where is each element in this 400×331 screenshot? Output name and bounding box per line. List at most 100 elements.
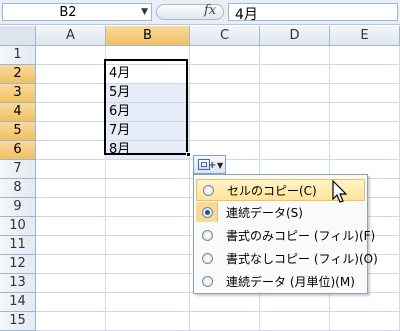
grid-cell[interactable] <box>190 312 260 331</box>
row-header-9[interactable]: 9 <box>0 198 36 217</box>
grid-cell[interactable] <box>36 84 106 103</box>
grid-cell[interactable] <box>106 217 190 236</box>
grid-cell[interactable] <box>36 46 106 65</box>
name-box-value: B2 <box>59 5 77 20</box>
grid-cell[interactable] <box>330 122 400 141</box>
grid-cell[interactable] <box>330 65 400 84</box>
grid-cell[interactable] <box>330 46 400 65</box>
row-header-8[interactable]: 8 <box>0 179 36 198</box>
row-header-6[interactable]: 6 <box>0 141 36 160</box>
radio-selected-icon <box>202 207 213 218</box>
grid-cell[interactable] <box>190 103 260 122</box>
row-header-7[interactable]: 7 <box>0 160 36 179</box>
grid-cell[interactable] <box>36 274 106 293</box>
radio-icon <box>203 185 214 196</box>
column-header-d[interactable]: D <box>260 26 330 46</box>
menu-item-label: セルのコピー(C) <box>227 184 317 198</box>
grid-cell[interactable] <box>190 65 260 84</box>
grid-cell[interactable] <box>36 198 106 217</box>
grid-cell[interactable] <box>260 141 330 160</box>
column-header-a[interactable]: A <box>36 26 106 46</box>
menu-item-label: 書式のみコピー (フィル)(F) <box>226 229 376 243</box>
grid-cell[interactable] <box>36 255 106 274</box>
grid-cell[interactable] <box>36 122 106 141</box>
row-header-10[interactable]: 10 <box>0 217 36 236</box>
row-header-15[interactable]: 15 <box>0 312 36 331</box>
cell-b5[interactable]: 7月 <box>106 122 190 141</box>
row-header-2[interactable]: 2 <box>0 65 36 84</box>
menu-item-label: 連続データ(S) <box>226 206 303 220</box>
grid-cell[interactable] <box>260 46 330 65</box>
grid-cell[interactable] <box>260 293 330 312</box>
chevron-down-icon: ▼ <box>217 161 224 170</box>
formula-bar: B2 ▼ fx 4月 <box>0 0 400 25</box>
grid-cell[interactable] <box>260 122 330 141</box>
row-header-13[interactable]: 13 <box>0 274 36 293</box>
cell-b4[interactable]: 6月 <box>106 103 190 122</box>
grid-cell[interactable] <box>36 65 106 84</box>
grid-cell[interactable] <box>36 312 106 331</box>
grid-cell[interactable] <box>106 274 190 293</box>
grid-cell[interactable] <box>106 312 190 331</box>
grid-cell[interactable] <box>36 103 106 122</box>
formula-input[interactable]: 4月 <box>228 3 398 23</box>
radio-icon <box>202 230 213 241</box>
grid-cell[interactable] <box>190 293 260 312</box>
grid-cell[interactable] <box>106 236 190 255</box>
row-header-5[interactable]: 5 <box>0 122 36 141</box>
chevron-down-icon[interactable]: ▼ <box>141 7 148 17</box>
row-header-3[interactable]: 3 <box>0 84 36 103</box>
cell-b3[interactable]: 5月 <box>106 84 190 103</box>
grid-cell[interactable] <box>36 141 106 160</box>
grid-cell[interactable] <box>330 103 400 122</box>
grid-cell[interactable] <box>36 236 106 255</box>
name-box[interactable]: B2 ▼ <box>2 3 152 21</box>
grid-cell[interactable] <box>190 84 260 103</box>
row-header-4[interactable]: 4 <box>0 103 36 122</box>
grid-cell[interactable] <box>190 122 260 141</box>
grid-cell[interactable] <box>330 84 400 103</box>
grid-cell[interactable] <box>106 179 190 198</box>
grid-cell[interactable] <box>330 312 400 331</box>
grid-cell[interactable] <box>106 46 190 65</box>
grid-cell[interactable] <box>106 255 190 274</box>
grid-cell[interactable] <box>330 293 400 312</box>
grid-cell[interactable] <box>260 103 330 122</box>
grid-cell[interactable] <box>260 65 330 84</box>
grid-cell[interactable] <box>260 84 330 103</box>
grid-cell[interactable] <box>106 293 190 312</box>
row-header-12[interactable]: 12 <box>0 255 36 274</box>
mouse-cursor-icon <box>332 180 348 203</box>
row-header-11[interactable]: 11 <box>0 236 36 255</box>
menu-item-fill-months[interactable]: 連続データ (月単位)(M) <box>196 271 365 293</box>
menu-item-fill-without-formatting[interactable]: 書式なしコピー (フィル)(O) <box>196 248 378 270</box>
formula-value: 4月 <box>235 7 258 23</box>
grid-cell[interactable] <box>190 46 260 65</box>
insert-function-button[interactable]: fx <box>204 3 216 18</box>
radio-icon <box>202 253 213 264</box>
cell-b2[interactable]: 4月 <box>106 65 190 84</box>
row-header-1[interactable]: 1 <box>0 46 36 65</box>
function-buttons: fx <box>154 3 226 21</box>
grid-cell[interactable] <box>330 141 400 160</box>
select-all-corner[interactable] <box>0 26 36 46</box>
column-header-b[interactable]: B <box>106 26 190 46</box>
grid-cell[interactable] <box>260 312 330 331</box>
fill-handle[interactable] <box>186 152 191 157</box>
column-header-e[interactable]: E <box>330 26 400 46</box>
grid-cell[interactable] <box>36 160 106 179</box>
cell-b6[interactable]: 8月 <box>106 141 190 160</box>
menu-item-label: 書式なしコピー (フィル)(O) <box>226 252 378 266</box>
grid-cell[interactable] <box>36 293 106 312</box>
grid-cell[interactable] <box>106 160 190 179</box>
menu-item-label: 連続データ (月単位)(M) <box>226 275 355 289</box>
grid-cell[interactable] <box>36 179 106 198</box>
grid-cell[interactable] <box>106 198 190 217</box>
radio-icon <box>202 276 213 287</box>
row-header-14[interactable]: 14 <box>0 293 36 312</box>
column-header-c[interactable]: C <box>190 26 260 46</box>
auto-fill-options-button[interactable]: + ▼ <box>193 155 226 174</box>
menu-item-fill-formatting-only[interactable]: 書式のみコピー (フィル)(F) <box>196 225 375 247</box>
plus-icon: + <box>208 160 217 171</box>
grid-cell[interactable] <box>36 217 106 236</box>
